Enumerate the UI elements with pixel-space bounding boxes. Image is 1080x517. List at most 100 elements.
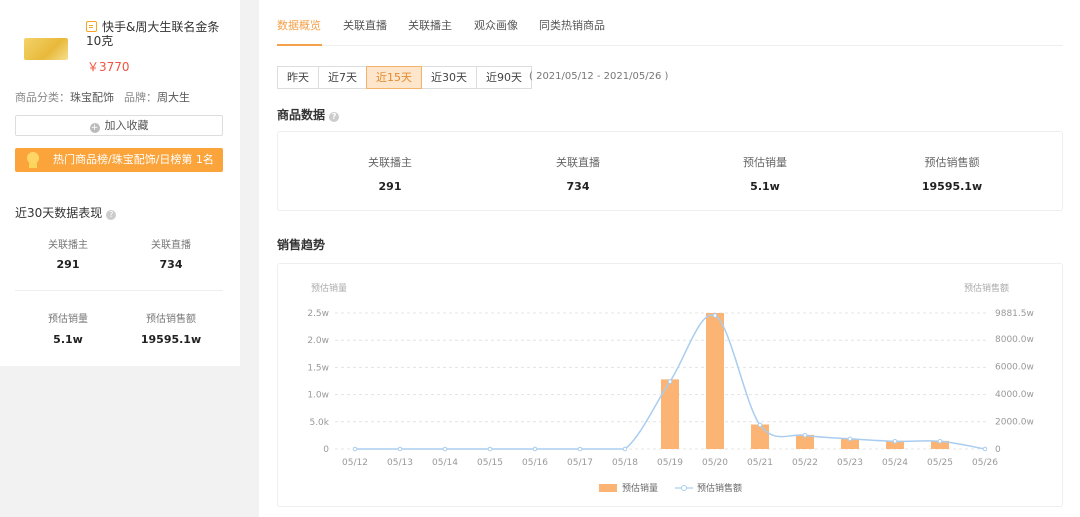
line-point [937, 438, 943, 444]
bar [706, 313, 724, 449]
x-tick-label: 05/24 [882, 458, 908, 468]
tab-related-streamers[interactable]: 关联播主 [408, 17, 452, 33]
line-point [757, 422, 763, 428]
add-favorite-label: 加入收藏 [104, 119, 149, 132]
product-data-title: 商品数据? [277, 106, 340, 123]
x-tick-label: 05/19 [657, 458, 683, 468]
range-yesterday[interactable]: 昨天 [277, 66, 319, 89]
sales-trend-title: 销售趋势 [277, 238, 326, 252]
y-tick-label: 2.5w [307, 309, 329, 319]
x-tick-label: 05/12 [342, 458, 368, 468]
date-range-text: ( 2021/05/12 - 2021/05/26 ) [529, 71, 669, 82]
last30-stat-value: 19595.1w [140, 333, 202, 346]
date-range-selector: 昨天 近7天 近15天 近30天 近90天 [277, 66, 532, 89]
tab-similar-products[interactable]: 同类热销商品 [539, 17, 605, 33]
product-stat-label: 预估销量 [743, 156, 787, 169]
legend-swatch-bar [599, 484, 617, 492]
y2-tick-label: 6000.0w [995, 362, 1034, 372]
tab-related-live[interactable]: 关联直播 [343, 17, 387, 33]
line-point [847, 436, 853, 442]
range-90-days[interactable]: 近90天 [476, 66, 532, 89]
product-sidebar: 快手&周大生联名金条 10克 ￥3770 商品分类：珠宝配饰 品牌：周大生 + 加… [0, 0, 240, 366]
range-7-days[interactable]: 近7天 [318, 66, 367, 89]
y2-tick-label: 4000.0w [995, 390, 1034, 400]
x-tick-label: 05/22 [792, 458, 818, 468]
category-value: 珠宝配饰 [70, 91, 114, 104]
add-favorite-button[interactable]: + 加入收藏 [15, 115, 223, 136]
x-tick-label: 05/17 [567, 458, 593, 468]
line-point [667, 379, 673, 384]
line-point [802, 432, 808, 438]
last30-title-text: 近30天数据表现 [15, 206, 103, 220]
x-tick-label: 05/25 [927, 458, 953, 468]
rank-badge-label: 热门商品榜/珠宝配饰/日榜第 1名 [53, 153, 214, 166]
legend-label: 预估销售额 [697, 482, 742, 494]
line-point [532, 446, 538, 452]
y2-tick-label: 2000.0w [995, 417, 1034, 427]
product-stat-label: 预估销售额 [924, 156, 980, 169]
range-15-days[interactable]: 近15天 [366, 66, 422, 89]
medal-icon [27, 152, 39, 168]
product-data-card: 关联播主 291 关联直播 734 预估销量 5.1w 预估销售额 19595.… [277, 131, 1063, 211]
y-axis-title: 预估销量 [311, 282, 347, 294]
last30-stat-label: 预估销售额 [146, 314, 196, 325]
x-tick-label: 05/15 [477, 458, 503, 468]
y-tick-label: 1.0w [307, 391, 329, 401]
x-tick-label: 05/26 [972, 458, 998, 468]
y2-axis-title: 预估销售额 [964, 282, 1009, 294]
y-tick-label: 0 [323, 445, 329, 455]
legend-label: 预估销量 [622, 482, 658, 494]
line-point [982, 446, 988, 452]
line-point [487, 446, 493, 452]
last30-stat-label: 关联直播 [151, 240, 191, 251]
product-stat-value: 734 [566, 180, 590, 193]
line-point [892, 438, 898, 444]
x-tick-label: 05/16 [522, 458, 548, 468]
line-point [622, 446, 628, 452]
active-tab-indicator [277, 44, 322, 46]
product-stat-value: 19595.1w [921, 180, 983, 193]
rank-badge[interactable]: 热门商品榜/珠宝配饰/日榜第 1名 [15, 148, 223, 172]
y-tick-label: 1.5w [307, 363, 329, 373]
bar [661, 379, 679, 449]
y-tick-label: 2.0w [307, 336, 329, 346]
brand-value: 周大生 [157, 91, 190, 104]
category-label: 商品分类： [15, 91, 70, 104]
last30-stat-value: 5.1w [53, 333, 83, 346]
brand-label: 品牌： [124, 91, 157, 104]
last30-stat-label: 关联播主 [48, 240, 88, 251]
product-thumbnail[interactable] [24, 38, 68, 60]
x-tick-label: 05/13 [387, 458, 413, 468]
bar [751, 424, 769, 449]
line-point [352, 446, 358, 452]
last30-stat-value: 734 [159, 258, 183, 271]
line-point [712, 313, 718, 318]
tab-audience[interactable]: 观众画像 [474, 17, 518, 33]
tab-bar: 数据概览 关联直播 关联播主 观众画像 同类热销商品 [277, 0, 1063, 46]
product-title[interactable]: 快手&周大生联名金条 10克 [86, 20, 226, 48]
legend-swatch-marker [681, 485, 687, 491]
range-30-days[interactable]: 近30天 [421, 66, 477, 89]
x-tick-label: 05/21 [747, 458, 773, 468]
product-stat-value: 291 [378, 180, 402, 193]
help-icon[interactable]: ? [106, 210, 117, 220]
divider [15, 290, 223, 291]
line-point [397, 446, 403, 452]
y2-tick-label: 8000.0w [995, 335, 1034, 345]
y2-tick-label: 0 [995, 445, 1001, 455]
x-tick-label: 05/23 [837, 458, 863, 468]
last30-stat-label: 预估销量 [48, 314, 88, 325]
tab-overview[interactable]: 数据概览 [277, 17, 321, 33]
product-price: ￥3770 [87, 60, 130, 74]
y-tick-label: 5.0k [309, 418, 329, 428]
line-point [442, 446, 448, 452]
last30-title: 近30天数据表现? [15, 204, 117, 221]
y2-tick-label: 9881.5w [995, 309, 1034, 319]
x-tick-label: 05/14 [432, 458, 458, 468]
product-data-title-text: 商品数据 [277, 108, 326, 122]
product-stat-label: 关联播主 [368, 156, 412, 169]
line-point [577, 446, 583, 452]
product-category: 商品分类：珠宝配饰 [15, 89, 114, 105]
x-tick-label: 05/18 [612, 458, 638, 468]
help-icon[interactable]: ? [329, 112, 340, 122]
